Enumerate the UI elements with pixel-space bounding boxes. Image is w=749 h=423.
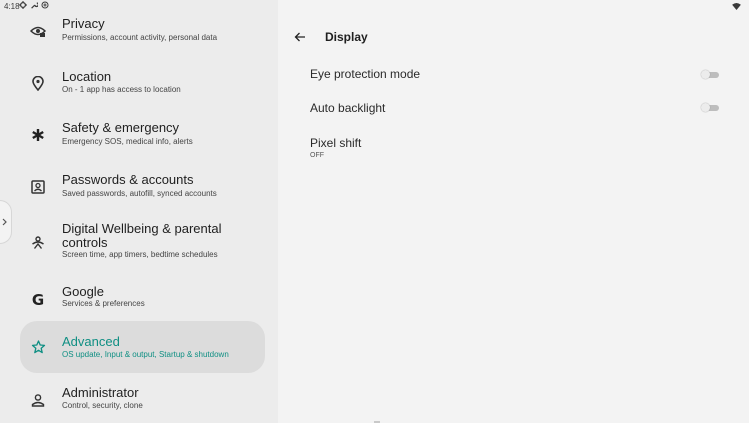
menu-item-title: Google (62, 284, 104, 299)
menu-item-digital-wellbeing[interactable]: Digital Wellbeing & parental controls Sc… (20, 218, 265, 268)
status-bar: 4:18 (0, 0, 749, 14)
chevron-right-icon (2, 218, 7, 226)
account-box-icon (29, 178, 47, 196)
menu-item-subtitle: Emergency SOS, medical info, alerts (62, 137, 193, 146)
menu-item-administrator[interactable]: Administrator Control, security, clone (20, 382, 265, 418)
asterisk-icon (29, 126, 47, 144)
toggle-thumb (701, 103, 710, 112)
setting-label: Eye protection mode (310, 67, 421, 81)
wellbeing-icon (29, 234, 47, 252)
menu-item-location[interactable]: Location On - 1 app has access to locati… (20, 64, 265, 100)
menu-item-safety[interactable]: Safety & emergency Emergency SOS, medica… (20, 116, 265, 152)
person-icon (29, 391, 47, 409)
status-icons (19, 1, 49, 9)
setting-value: OFF (310, 152, 324, 159)
menu-item-google[interactable]: G Google Services & preferences (20, 282, 265, 318)
toggle-thumb (701, 70, 710, 79)
menu-item-subtitle: On - 1 app has access to location (62, 85, 181, 94)
wrench-icon (31, 2, 38, 9)
menu-item-advanced[interactable]: Advanced OS update, Input & output, Star… (20, 321, 265, 373)
location-pin-icon (29, 74, 47, 92)
menu-item-title-continued: controls (62, 235, 108, 250)
eye-protection-toggle[interactable] (701, 70, 719, 79)
menu-item-subtitle: Saved passwords, autofill, synced accoun… (62, 189, 217, 198)
menu-item-subtitle: OS update, Input & output, Startup & shu… (62, 350, 229, 359)
menu-item-title: Safety & emergency (62, 120, 180, 135)
wifi-icon (732, 3, 741, 10)
star-outline-icon (29, 338, 47, 356)
menu-item-title: Privacy (62, 16, 105, 31)
auto-backlight-toggle[interactable] (701, 103, 719, 112)
menu-item-title: Advanced (62, 334, 120, 349)
menu-item-title: Administrator (62, 385, 139, 400)
menu-item-passwords-accounts[interactable]: Passwords & accounts Saved passwords, au… (20, 168, 265, 204)
settings-list: Privacy Permissions, account activity, p… (0, 0, 278, 423)
menu-item-title: Location (62, 69, 112, 84)
setting-label: Pixel shift (310, 136, 362, 150)
privacy-icon (29, 22, 47, 40)
status-time: 4:18 (4, 2, 20, 11)
display-settings-pane: Display Eye protection mode Auto backlig… (278, 0, 749, 423)
google-g-icon: G (31, 291, 45, 309)
page-title: Display (325, 30, 368, 44)
data-saver-icon (41, 1, 49, 9)
settings-gear-icon (19, 1, 27, 9)
menu-item-title: Passwords & accounts (62, 172, 194, 187)
back-gesture-handle[interactable] (0, 200, 12, 244)
menu-item-subtitle: Screen time, app timers, bedtime schedul… (62, 250, 218, 259)
menu-item-title: Digital Wellbeing & parental (62, 221, 222, 236)
back-arrow-icon[interactable] (294, 31, 306, 43)
menu-item-subtitle: Control, security, clone (62, 401, 143, 410)
menu-item-privacy[interactable]: Privacy Permissions, account activity, p… (20, 12, 265, 48)
setting-label: Auto backlight (310, 101, 386, 115)
menu-item-subtitle: Services & preferences (62, 299, 145, 308)
menu-item-subtitle: Permissions, account activity, personal … (62, 33, 218, 42)
